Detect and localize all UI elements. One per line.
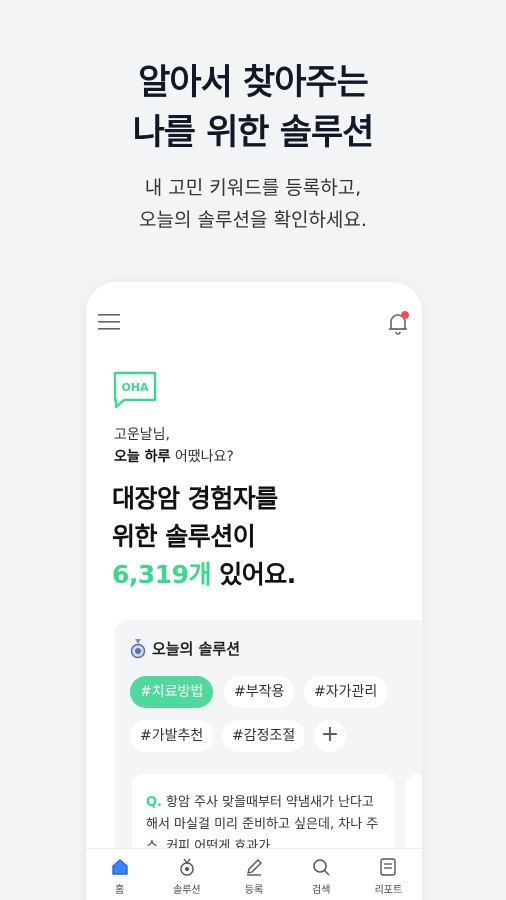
tag-self-care[interactable]: #자가관리 — [304, 676, 388, 708]
hero-sub-2: 오늘의 솔루션을 확인하세요. — [139, 209, 367, 231]
question-text: 항암 주사 맞을때부터 약냄새가 난다고해서 마실걸 미리 준비하고 싶은데, … — [146, 795, 379, 854]
svg-text:OHA: OHA — [121, 381, 149, 394]
card-title: 오늘의 솔루션 — [130, 638, 240, 659]
hero-subline: 내 고민 키워드를 등록하고, 오늘의 솔루션을 확인하세요. — [0, 172, 506, 236]
search-icon — [313, 859, 330, 876]
medal-outline-icon — [180, 858, 194, 876]
solution-count: 6,319개 — [112, 560, 212, 589]
tab-search[interactable]: 검색 — [288, 849, 355, 900]
tab-solution[interactable]: 솔루션 — [153, 849, 220, 900]
tab-home-label: 홈 — [115, 885, 125, 896]
title-rest: 있어요. — [211, 560, 296, 589]
pencil-icon — [247, 859, 262, 876]
tab-search-label: 검색 — [312, 885, 331, 896]
tab-report[interactable]: 리포트 — [355, 849, 422, 900]
home-icon — [111, 859, 128, 875]
tab-home[interactable]: 홈 — [86, 849, 153, 900]
tab-register[interactable]: 등록 — [220, 849, 287, 900]
hero-line-2: 나를 위한 솔루션 — [132, 113, 375, 153]
add-tag-button[interactable]: + — [314, 720, 346, 752]
question-prefix: Q. — [146, 795, 162, 810]
card-title-text: 오늘의 솔루션 — [152, 640, 241, 658]
tab-register-label: 등록 — [244, 885, 264, 896]
bottom-tab-bar: 홈 솔루션 등록 검색 리포트 — [86, 848, 422, 900]
hero-headline: 알아서 찾아주는 나를 위한 솔루션 — [0, 58, 506, 158]
greeting-rest: 어땠나요? — [170, 449, 234, 465]
hero-line-1: 알아서 찾아주는 — [138, 63, 369, 103]
tag-side-effect[interactable]: #부작용 — [224, 676, 295, 708]
greeting: 고운날님, 오늘 하루 어땠나요? — [114, 424, 234, 468]
solution-count-title: 대장암 경험자를 위한 솔루션이 6,319개 있어요. — [112, 480, 296, 594]
greeting-bold: 오늘 하루 — [114, 449, 171, 465]
tab-solution-label: 솔루션 — [173, 885, 201, 896]
medal-icon — [130, 638, 146, 658]
bell-icon[interactable] — [386, 310, 410, 336]
menu-icon[interactable] — [98, 314, 120, 330]
hero-sub-1: 내 고민 키워드를 등록하고, — [144, 177, 362, 199]
tag-treatment[interactable]: #치료방법 — [130, 676, 214, 708]
greeting-name: 고운날님, — [114, 427, 170, 443]
title-line-2: 위한 솔루션이 — [112, 522, 256, 551]
tag-wig[interactable]: #가발추천 — [130, 720, 214, 752]
phone-screen: OHA 고운날님, 오늘 하루 어땠나요? 대장암 경험자를 위한 솔루션이 6… — [86, 282, 422, 900]
notification-dot-icon — [401, 311, 409, 319]
title-line-1: 대장암 경험자를 — [112, 484, 278, 513]
greeting-question: 오늘 하루 어땠나요? — [114, 446, 234, 468]
tab-report-label: 리포트 — [374, 885, 403, 896]
title-line-3: 6,319개 있어요. — [112, 556, 296, 594]
tag-emotion[interactable]: #감정조절 — [222, 720, 306, 752]
report-icon — [380, 858, 397, 876]
oha-logo: OHA — [113, 371, 157, 409]
